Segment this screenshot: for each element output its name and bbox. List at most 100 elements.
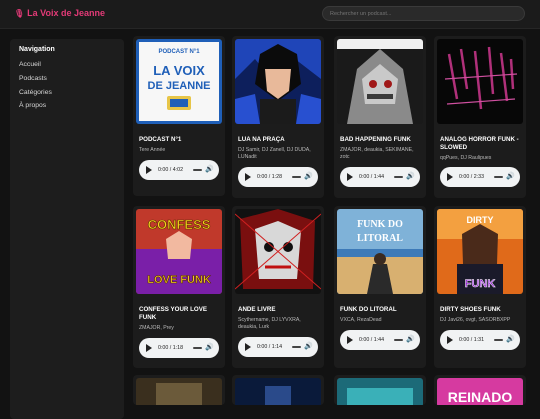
- podcast-artists: Tere Année: [139, 147, 166, 153]
- podcast-card[interactable]: LUA NA PRAÇA DJ Samir, DJ Zanell, DJ DUD…: [232, 36, 324, 198]
- progress-bar[interactable]: [193, 169, 202, 171]
- time-display: 0:00 / 1:44: [359, 174, 385, 180]
- podcast-card[interactable]: DIRTY FUNK DIRTY SHOES FUNK DJ Javi26, o…: [434, 206, 526, 368]
- volume-icon[interactable]: 🔊: [506, 173, 515, 181]
- cover-text: DE JEANNE: [148, 80, 211, 92]
- podcast-card[interactable]: ANALOG HORROR FUNK - SLOWED qqPues, DJ R…: [434, 36, 526, 198]
- audio-player[interactable]: 0:00 / 1:44 🔊: [340, 330, 420, 350]
- podcast-title: LUA NA PRAÇA: [238, 136, 285, 143]
- podcast-artists: DJ Javi26, ovgt, SASORBXPP: [440, 317, 511, 323]
- nav-heading: Navigation: [19, 46, 55, 53]
- podcast-title: ANALOG HORROR FUNK - SLOWED: [440, 136, 519, 151]
- site-logo[interactable]: 🎙 La Voix de Jeanne: [14, 8, 105, 18]
- sidebar: Navigation Accueil Podcasts Catégories À…: [10, 39, 124, 419]
- podcast-card[interactable]: FUNK DO LITORAL FUNK DO LITORAL VXCA, Re…: [334, 206, 426, 368]
- podcast-card[interactable]: [133, 375, 225, 405]
- audio-player[interactable]: 0:00 / 1:14 🔊: [238, 337, 318, 357]
- podcast-artists: ZMAJOR, deaukia, SEKIMANE, zotc: [340, 147, 414, 160]
- audio-player[interactable]: 0:00 / 1:31 🔊: [440, 330, 520, 350]
- search-input[interactable]: [322, 6, 525, 21]
- cover-image: [235, 209, 321, 294]
- nav-item-podcasts[interactable]: Podcasts: [19, 75, 47, 82]
- podcast-card[interactable]: ANDE LIVRE Scythername, DJ LYVXRA, deauk…: [232, 206, 324, 368]
- cover-image: [337, 39, 423, 124]
- nav-item-a-propos[interactable]: À propos: [19, 102, 46, 109]
- play-icon[interactable]: [245, 173, 251, 181]
- cover-text: PODCAST N°1: [158, 49, 200, 55]
- cover-image: PODCAST N°1 LA VOIX DE JEANNE: [136, 39, 222, 124]
- cover-text: FUNK DO: [357, 219, 403, 230]
- play-icon[interactable]: [347, 336, 353, 344]
- podcast-card[interactable]: CONFESS LOVE FUNK CONFESS YOUR LOVE FUNK…: [133, 206, 225, 368]
- podcast-card[interactable]: PODCAST N°1 LA VOIX DE JEANNE PODCAST N°…: [133, 36, 225, 196]
- progress-bar[interactable]: [494, 176, 503, 178]
- cover-text: CONFESS: [148, 217, 211, 232]
- play-icon[interactable]: [447, 173, 453, 181]
- play-icon[interactable]: [146, 166, 152, 174]
- cover-text: LITORAL: [357, 233, 403, 244]
- nav-item-accueil[interactable]: Accueil: [19, 61, 41, 68]
- progress-bar[interactable]: [193, 347, 202, 349]
- cover-image: [437, 39, 523, 124]
- logo-text: La Voix de Jeanne: [27, 8, 106, 18]
- podcast-title: BAD HAPPENING FUNK: [340, 136, 411, 143]
- cover-text: REINADO: [448, 389, 513, 405]
- volume-icon[interactable]: 🔊: [205, 344, 214, 352]
- play-icon[interactable]: [245, 343, 251, 351]
- podcast-artists: VXCA, RezaDead: [340, 317, 382, 323]
- podcast-artists: ZMAJOR, Prey: [139, 325, 174, 331]
- podcast-title: DIRTY SHOES FUNK: [440, 306, 501, 313]
- time-display: 0:00 / 1:18: [158, 345, 184, 351]
- cover-image: [136, 378, 222, 405]
- audio-player[interactable]: 0:00 / 2:33 🔊: [440, 167, 520, 187]
- nav-item-categories[interactable]: Catégories: [19, 89, 52, 96]
- podcast-title: FUNK DO LITORAL: [340, 306, 397, 313]
- volume-icon[interactable]: 🔊: [205, 166, 214, 174]
- cover-text: LOVE FUNK: [147, 274, 211, 286]
- volume-icon[interactable]: 🔊: [406, 336, 415, 344]
- audio-player[interactable]: 0:00 / 1:44 🔊: [340, 167, 420, 187]
- cover-image: REINADO: [437, 378, 523, 405]
- progress-bar[interactable]: [494, 339, 503, 341]
- play-icon[interactable]: [146, 344, 152, 352]
- audio-player[interactable]: 0:00 / 1:28 🔊: [238, 167, 318, 187]
- podcast-card[interactable]: REINADO: [434, 375, 526, 405]
- volume-icon[interactable]: 🔊: [304, 173, 313, 181]
- microphone-icon: 🎙: [14, 9, 25, 18]
- progress-bar[interactable]: [292, 346, 301, 348]
- volume-icon[interactable]: 🔊: [506, 336, 515, 344]
- podcast-card[interactable]: [334, 375, 426, 405]
- cover-image: [337, 378, 423, 405]
- progress-bar[interactable]: [292, 176, 301, 178]
- progress-bar[interactable]: [394, 176, 403, 178]
- cover-text: FUNK: [465, 278, 496, 290]
- podcast-artists: qqPues, DJ Raulipues: [440, 155, 492, 161]
- volume-icon[interactable]: 🔊: [406, 173, 415, 181]
- cover-image: CONFESS LOVE FUNK: [136, 209, 222, 294]
- cover-image: FUNK DO LITORAL: [337, 209, 423, 294]
- time-display: 0:00 / 4:02: [158, 167, 184, 173]
- time-display: 0:00 / 1:14: [257, 344, 283, 350]
- top-header: 🎙 La Voix de Jeanne: [0, 0, 540, 29]
- cover-text: DIRTY: [467, 215, 494, 225]
- podcast-artists: Scythername, DJ LYVXRA, deaukia, Lurk: [238, 317, 301, 330]
- play-icon[interactable]: [347, 173, 353, 181]
- cover-text: LA VOIX: [153, 63, 205, 78]
- cover-image: [235, 378, 321, 405]
- time-display: 0:00 / 2:33: [459, 174, 485, 180]
- podcast-card[interactable]: [232, 375, 324, 405]
- time-display: 0:00 / 1:28: [257, 174, 283, 180]
- podcast-title: CONFESS YOUR LOVE FUNK: [139, 306, 207, 321]
- time-display: 0:00 / 1:31: [459, 337, 485, 343]
- podcast-artists: DJ Samir, DJ Zanell, DJ DUDA, LUNadit: [238, 147, 311, 160]
- progress-bar[interactable]: [394, 339, 403, 341]
- podcast-card[interactable]: BAD HAPPENING FUNK ZMAJOR, deaukia, SEKI…: [334, 36, 426, 198]
- cover-image: [235, 39, 321, 124]
- volume-icon[interactable]: 🔊: [304, 343, 313, 351]
- audio-player[interactable]: 0:00 / 1:18 🔊: [139, 338, 219, 358]
- play-icon[interactable]: [447, 336, 453, 344]
- audio-player[interactable]: 0:00 / 4:02 🔊: [139, 160, 219, 180]
- podcast-title: PODCAST N°1: [139, 136, 182, 143]
- time-display: 0:00 / 1:44: [359, 337, 385, 343]
- podcast-title: ANDE LIVRE: [238, 306, 276, 313]
